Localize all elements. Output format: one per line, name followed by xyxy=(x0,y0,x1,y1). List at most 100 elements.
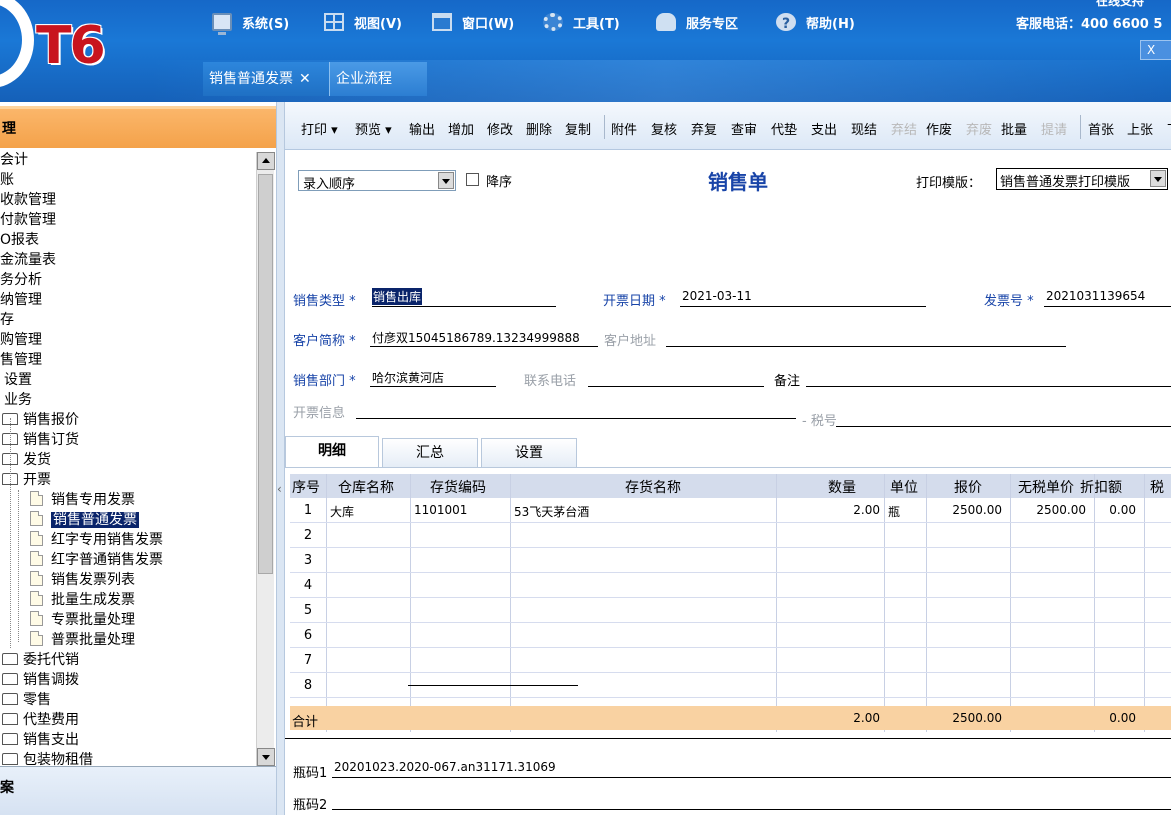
tree-item[interactable]: 普票批量处理 xyxy=(30,630,135,650)
sales-dept-field[interactable]: 哈尔滨黄河店 xyxy=(372,369,444,386)
toolbar-button[interactable]: 预览 ▾ xyxy=(355,119,392,138)
toolbar-button[interactable]: 作废 xyxy=(926,119,952,138)
tree-item[interactable]: 销售调拨 xyxy=(2,670,79,690)
toolbar-button[interactable]: 附件 xyxy=(611,119,637,138)
grid-cell-name[interactable]: 53飞天茅台酒 xyxy=(514,503,589,520)
tree-item[interactable]: 委托代销 xyxy=(2,650,79,670)
tree-item[interactable]: 存 xyxy=(0,310,14,330)
tree-item[interactable]: 会计 xyxy=(0,150,28,170)
close-button[interactable]: X xyxy=(1140,40,1171,60)
tree-item[interactable]: 红字专用销售发票 xyxy=(30,530,163,550)
sales-type-field[interactable]: 销售出库 xyxy=(372,288,423,305)
tree-item[interactable]: 购管理 xyxy=(0,330,42,350)
menu-window[interactable]: 窗口(W) xyxy=(432,9,514,35)
phone-field[interactable] xyxy=(588,386,764,387)
column-header[interactable]: 单位 xyxy=(890,477,918,497)
column-header[interactable]: 存货名称 xyxy=(625,477,681,497)
invoice-no-field[interactable]: 2021031139654 xyxy=(1046,289,1145,303)
tree-item[interactable]: 账 xyxy=(0,170,14,190)
menu-tools[interactable]: 工具(T) xyxy=(543,9,620,35)
online-support-link[interactable]: 在线支持 xyxy=(1096,0,1144,9)
toolbar-button[interactable]: 输出 xyxy=(409,119,435,138)
chevron-down-icon[interactable] xyxy=(1150,170,1166,187)
tree-item[interactable]: 付款管理 xyxy=(0,210,56,230)
tab-enterprise-flow[interactable]: 企业流程 xyxy=(329,62,427,96)
column-header[interactable]: 报价 xyxy=(954,477,982,497)
toolbar-button[interactable]: 弃复 xyxy=(691,119,717,138)
tree-item[interactable]: 收款管理 xyxy=(0,190,56,210)
tree-item[interactable]: 售管理 xyxy=(0,350,42,370)
column-header[interactable]: 数量 xyxy=(828,477,856,497)
toolbar-button[interactable]: 现结 xyxy=(851,119,877,138)
collapse-arrow-icon[interactable]: ‹ xyxy=(277,482,282,496)
tree-item[interactable]: 销售发票列表 xyxy=(30,570,135,590)
column-header[interactable]: 仓库名称 xyxy=(338,477,394,497)
menu-system[interactable]: 系统(S) xyxy=(212,9,289,35)
descending-checkbox[interactable] xyxy=(466,173,479,186)
toolbar-button[interactable]: 代垫 xyxy=(771,119,797,138)
chevron-down-icon[interactable] xyxy=(438,172,454,189)
tree-item[interactable]: 销售支出 xyxy=(2,730,79,750)
tree-item[interactable]: 专票批量处理 xyxy=(30,610,135,630)
menu-help[interactable]: ? 帮助(H) xyxy=(776,9,855,35)
toolbar-button[interactable]: 上张 xyxy=(1127,119,1153,138)
tab-settings[interactable]: 设置 xyxy=(481,438,577,468)
column-header[interactable]: 税 xyxy=(1150,477,1164,497)
tab-sales-invoice[interactable]: 销售普通发票 ✕ xyxy=(203,62,329,96)
invoice-date-field[interactable]: 2021-03-11 xyxy=(682,289,752,303)
menu-service[interactable]: 服务专区 xyxy=(656,9,738,35)
grid-cell-discount[interactable]: 0.00 xyxy=(1094,503,1140,517)
tab-summary[interactable]: 汇总 xyxy=(382,438,478,468)
tree-item[interactable]: 业务 xyxy=(4,390,32,410)
toolbar-button[interactable]: 批量 xyxy=(1001,119,1027,138)
customer-address-field[interactable] xyxy=(666,346,1066,347)
grid-cell-price[interactable]: 2500.00 xyxy=(926,503,1006,517)
toolbar-button[interactable]: 删除 xyxy=(526,119,552,138)
toolbar-button[interactable]: 支出 xyxy=(811,119,837,138)
tree-item[interactable]: 纳管理 xyxy=(0,290,42,310)
toolbar-button[interactable]: 修改 xyxy=(487,119,513,138)
column-header[interactable]: 无税单价 xyxy=(1018,477,1074,497)
column-header[interactable]: 序号 xyxy=(292,477,320,497)
bottle-code-1-field[interactable]: 20201023.2020-067.an31171.31069 xyxy=(334,760,556,774)
grid-cell-net-price[interactable]: 2500.00 xyxy=(1010,503,1090,517)
left-panel-footer[interactable]: 案 xyxy=(0,766,276,815)
panel-splitter[interactable]: ‹ xyxy=(276,102,285,815)
scroll-down-button[interactable] xyxy=(257,748,275,766)
tree-item[interactable]: 金流量表 xyxy=(0,250,56,270)
toolbar-button[interactable]: 查审 xyxy=(731,119,757,138)
tree-item[interactable]: 批量生成发票 xyxy=(30,590,135,610)
tab-detail[interactable]: 明细 xyxy=(285,436,379,468)
tree-item[interactable]: 零售 xyxy=(2,690,51,710)
bottle-code-2-field[interactable] xyxy=(332,809,1171,810)
scroll-up-button[interactable] xyxy=(257,152,275,170)
toolbar-button[interactable]: 打印 ▾ xyxy=(301,119,338,138)
order-select[interactable]: 录入顺序 xyxy=(298,170,456,192)
column-header[interactable]: 折扣额 xyxy=(1080,477,1122,497)
scroll-thumb[interactable] xyxy=(258,174,273,574)
tree-item[interactable]: 设置 xyxy=(4,370,32,390)
tree-item[interactable]: 代垫费用 xyxy=(2,710,79,730)
column-header[interactable]: 存货编码 xyxy=(430,477,486,497)
tree-item[interactable]: O报表 xyxy=(0,230,39,250)
invoice-info-field[interactable] xyxy=(356,418,796,419)
toolbar-button[interactable]: 复核 xyxy=(651,119,677,138)
left-scrollbar[interactable] xyxy=(256,152,275,766)
toolbar-button[interactable]: 复制 xyxy=(565,119,591,138)
toolbar-button[interactable]: 首张 xyxy=(1088,119,1114,138)
tree-item[interactable]: 销售普通发票 xyxy=(30,510,139,530)
tax-no-field[interactable] xyxy=(836,426,1171,427)
toolbar-button[interactable]: 增加 xyxy=(448,119,474,138)
remark-field[interactable] xyxy=(806,386,1171,387)
menu-view[interactable]: 视图(V) xyxy=(324,9,402,35)
grid-cell-unit[interactable]: 瓶 xyxy=(888,503,900,520)
tree-item[interactable]: 销售订货 xyxy=(2,430,79,450)
close-icon[interactable]: ✕ xyxy=(299,71,311,87)
print-template-select[interactable]: 销售普通发票打印模版 xyxy=(996,168,1168,190)
customer-field[interactable]: 付彦双15045186789.13234999888 xyxy=(372,329,580,346)
tree-item[interactable]: 务分析 xyxy=(0,270,42,290)
tree-item[interactable]: 销售专用发票 xyxy=(30,490,135,510)
grid-cell-code[interactable]: 1101001 xyxy=(414,503,467,517)
grid-cell-warehouse[interactable]: 大库 xyxy=(330,503,354,520)
tree-item[interactable]: 包装物租借 xyxy=(2,750,93,766)
